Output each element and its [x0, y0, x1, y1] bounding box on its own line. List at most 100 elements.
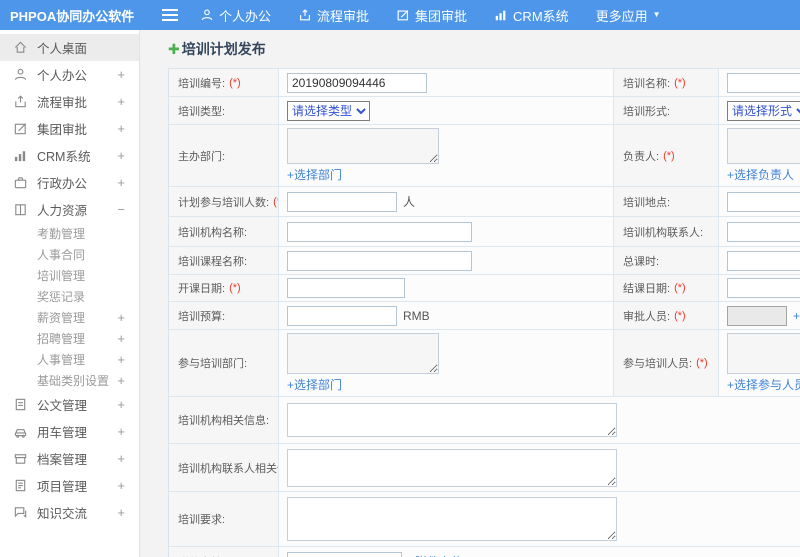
field-cell: 请选择形式 — [719, 97, 800, 124]
institution-contact-input[interactable] — [727, 221, 800, 242]
institution-info-textarea[interactable] — [287, 403, 617, 437]
sidebar-item-hr-contracts[interactable]: 人事合同 — [0, 244, 139, 265]
sidebar: 个人桌面 个人办公 + 流程审批 + 集团审批 + CRM系统 + 行政办公 + — [0, 30, 140, 557]
sidebar-item-project-mgmt[interactable]: 项目管理 + — [0, 472, 139, 499]
field-cell — [719, 217, 800, 246]
plus-icon: ✚ — [168, 40, 180, 57]
select-participants-link[interactable]: +选择参与人员 — [727, 376, 800, 393]
sidebar-item-recruit-mgmt[interactable]: 招聘管理 + — [0, 328, 139, 349]
label-cell: 主办部门: — [169, 125, 279, 186]
form-row: 培训机构联系人相关信息: — [169, 444, 800, 492]
sidebar-item-archive-mgmt[interactable]: 档案管理 + — [0, 445, 139, 472]
sidebar-item-personal-office[interactable]: 个人办公 + — [0, 61, 139, 88]
chart-icon — [13, 148, 28, 163]
field-cell: +选择参与人员 — [719, 330, 800, 396]
training-number-input[interactable] — [287, 72, 427, 93]
field-label: 负责人: — [623, 150, 660, 163]
training-name-input[interactable] — [727, 72, 800, 93]
training-form-select[interactable]: 请选择形式 — [727, 100, 800, 121]
document-icon — [13, 397, 28, 412]
hamburger-menu-icon[interactable] — [162, 6, 178, 24]
training-requirements-textarea[interactable] — [287, 497, 617, 541]
nav-personal-office[interactable]: 个人办公 — [200, 6, 271, 25]
total-hours-input[interactable] — [727, 250, 800, 271]
attachment-input[interactable] — [287, 551, 402, 557]
field-cell: 人 — [279, 187, 613, 216]
form-row: 开课日期: (*) 结课日期: (*) — [169, 275, 800, 302]
flow-icon — [13, 94, 28, 109]
sidebar-item-vehicle-mgmt[interactable]: 用车管理 + — [0, 418, 139, 445]
form-row: 培训机构相关信息: — [169, 397, 800, 444]
select-department-link[interactable]: +选择部门 — [287, 166, 342, 183]
label-cell: 培训预算: — [169, 302, 279, 329]
attachment-upload-link[interactable]: +附件上传 — [408, 553, 463, 557]
select-responsible-link[interactable]: +选择负责人 — [727, 166, 794, 183]
field-label: 培训要求: — [178, 514, 226, 526]
label-cell: 负责人: (*) — [613, 125, 719, 186]
budget-input[interactable] — [287, 305, 397, 326]
user-icon — [200, 8, 214, 22]
nav-workflow-approval[interactable]: 流程审批 — [298, 6, 369, 25]
field-label: 培训形式: — [623, 105, 671, 118]
training-plan-form: 培训编号:(*) 培训名称:(*) 培训类型: 请选择类型 培训形式: 请选择形… — [168, 68, 800, 557]
select-department-link[interactable]: +选择部门 — [287, 376, 342, 393]
sidebar-item-reward-records[interactable]: 奖惩记录 — [0, 286, 139, 307]
field-cell: 请选择类型 — [279, 97, 613, 124]
field-label: 培训类型: — [178, 105, 226, 118]
sidebar-item-personnel-mgmt[interactable]: 人事管理 + — [0, 349, 139, 370]
form-row: 参与培训部门: +选择部门 参与培训人员: (*) +选择参与人员 — [169, 330, 800, 397]
book-icon — [13, 202, 28, 217]
sidebar-item-group-approval[interactable]: 集团审批 + — [0, 115, 139, 142]
nav-group-approval[interactable]: 集团审批 — [396, 6, 467, 25]
label-cell: 培训机构联系人相关信息: — [169, 444, 279, 491]
course-name-input[interactable] — [287, 250, 472, 271]
sidebar-item-training-mgmt[interactable]: 培训管理 — [0, 265, 139, 286]
sidebar-item-workflow-approval[interactable]: 流程审批 + — [0, 88, 139, 115]
field-cell: +选择部门 — [279, 125, 613, 186]
label-cell: 培训机构名称: — [169, 217, 279, 246]
sidebar-item-crm-system[interactable]: CRM系统 + — [0, 142, 139, 169]
training-location-input[interactable] — [727, 191, 800, 212]
institution-name-input[interactable] — [287, 221, 472, 242]
app-brand: PHPOA协同办公软件 — [10, 8, 135, 24]
field-cell — [719, 69, 800, 96]
end-date-input[interactable] — [727, 278, 800, 298]
participating-departments-textarea[interactable] — [287, 333, 439, 374]
required-mark: (*) — [674, 309, 686, 322]
car-icon — [13, 424, 28, 439]
label-cell: 培训机构相关信息: — [169, 397, 279, 443]
institution-contact-info-textarea[interactable] — [287, 448, 617, 487]
field-cell: RMB — [279, 302, 613, 329]
form-row: 培训课程名称: 总课时: — [169, 247, 800, 275]
sidebar-item-personal-desktop[interactable]: 个人桌面 — [0, 34, 139, 61]
label-cell: 总课时: — [613, 247, 719, 274]
required-mark: (*) — [229, 76, 241, 89]
training-type-select[interactable]: 请选择类型 — [287, 100, 370, 121]
sidebar-item-document-mgmt[interactable]: 公文管理 + — [0, 391, 139, 418]
edit-icon — [396, 8, 410, 22]
nav-more-apps[interactable]: 更多应用 ▼ — [596, 6, 661, 25]
sidebar-item-salary-mgmt[interactable]: 薪资管理 + — [0, 307, 139, 328]
participating-people-textarea[interactable] — [727, 333, 800, 374]
sidebar-item-human-resources[interactable]: 人力资源 − — [0, 196, 139, 223]
select-approver-link[interactable]: +选择审批人 — [793, 307, 800, 324]
field-cell — [279, 444, 800, 491]
label-cell: 开课日期: (*) — [169, 275, 279, 301]
sidebar-item-base-category-settings[interactable]: 基础类别设置 + — [0, 370, 139, 391]
field-cell — [719, 187, 800, 216]
field-label: 计划参与培训人数: — [178, 196, 270, 209]
sidebar-item-attendance-mgmt[interactable]: 考勤管理 — [0, 223, 139, 244]
sidebar-item-knowledge-exchange[interactable]: 知识交流 + — [0, 499, 139, 526]
form-row: 附件文档: +附件上传 — [169, 547, 800, 557]
form-row: 培训编号:(*) 培训名称:(*) — [169, 69, 800, 97]
planned-participants-input[interactable] — [287, 191, 397, 212]
start-date-input[interactable] — [287, 278, 405, 298]
responsible-person-textarea[interactable] — [727, 128, 800, 164]
label-cell: 培训课程名称: — [169, 247, 279, 274]
approver-input[interactable] — [727, 305, 787, 326]
host-department-textarea[interactable] — [287, 128, 439, 164]
label-cell: 培训要求: — [169, 492, 279, 546]
nav-crm-system[interactable]: CRM系统 — [494, 6, 569, 25]
field-cell — [279, 492, 800, 546]
sidebar-item-admin-office[interactable]: 行政办公 + — [0, 169, 139, 196]
